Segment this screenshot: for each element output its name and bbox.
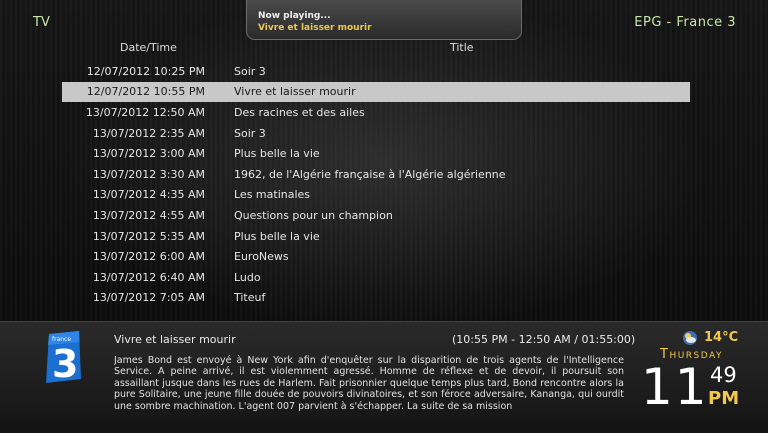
section-label: TV [33,15,50,30]
epg-row-title: 1962, de l'Algérie française à l'Algérie… [234,167,506,181]
program-title: Vivre et laisser mourir [114,333,236,346]
epg-row-datetime: 13/07/2012 2:35 AM [92,126,205,140]
epg-row-datetime: 13/07/2012 5:35 AM [92,229,205,243]
epg-row-title: Plus belle la vie [234,229,320,243]
france3-logo-icon: france 3 [46,331,81,385]
column-header-date: Date/Time [120,41,177,54]
epg-row-title: EuroNews [234,250,289,264]
epg-row[interactable]: 13/07/2012 3:00 AM Plus belle la vie [62,143,690,164]
epg-row[interactable]: 12/07/2012 10:25 PM Soir 3 [62,61,690,82]
clock-hour: 11 [641,358,709,416]
epg-row-datetime: 13/07/2012 12:50 AM [85,105,205,119]
epg-row-title: Vivre et laisser mourir [234,85,356,99]
epg-program-list: 12/07/2012 10:25 PM Soir 3 12/07/2012 10:5… [62,61,690,308]
epg-row-title: Soir 3 [234,126,266,140]
epg-row-datetime: 13/07/2012 3:00 AM [92,147,205,161]
svg-text:3: 3 [52,342,78,385]
now-playing-label: Now playing... [258,11,331,21]
epg-row[interactable]: 13/07/2012 4:55 AM Questions pour un cham… [62,205,690,226]
now-playing-title: Vivre et laisser mourir [258,23,372,33]
epg-row[interactable]: 12/07/2012 10:55 PM Vivre et laisser mour… [62,81,690,103]
cloud-sun-icon [683,331,697,345]
epg-row[interactable]: 13/07/2012 12:50 AM Des racines et des ai… [62,102,690,123]
clock-ampm: PM [708,388,740,409]
epg-row-title: Les matinales [234,188,311,202]
epg-row[interactable]: 13/07/2012 6:00 AM EuroNews [62,246,690,267]
epg-row[interactable]: 13/07/2012 7:05 AM Titeuf [62,288,690,309]
epg-row-datetime: 13/07/2012 6:40 AM [92,270,205,284]
epg-row-datetime: 13/07/2012 7:05 AM [92,291,205,305]
epg-row-title: Questions pour un champion [234,208,393,222]
epg-row-title: Soir 3 [234,64,266,78]
epg-row-datetime: 13/07/2012 4:55 AM [92,208,205,222]
program-description: James Bond est envoyé à New York afin d'… [114,355,624,412]
epg-row[interactable]: 13/07/2012 5:35 AM Plus belle la vie [62,226,690,247]
epg-row[interactable]: 13/07/2012 6:40 AM Ludo [62,267,690,288]
epg-row-datetime: 13/07/2012 3:30 AM [92,167,205,181]
column-header-title: Title [450,41,474,54]
temperature: 14°C [704,330,739,345]
epg-row-title: Plus belle la vie [234,147,320,161]
epg-row-datetime: 12/07/2012 10:25 PM [86,64,205,78]
epg-row[interactable]: 13/07/2012 2:35 AM Soir 3 [62,123,690,144]
epg-row-title: Des racines et des ailes [234,105,365,119]
epg-row-datetime: 13/07/2012 4:35 AM [92,188,205,202]
epg-row[interactable]: 13/07/2012 4:35 AM Les matinales [62,185,690,206]
epg-channel-title: EPG - France 3 [634,15,736,30]
epg-row-title: Titeuf [234,291,266,305]
epg-row-title: Ludo [234,270,261,284]
epg-row-datetime: 13/07/2012 6:00 AM [92,250,205,264]
program-time-range: (10:55 PM - 12:50 AM / 01:55:00) [452,333,636,346]
clock-minute: 49 [710,363,737,387]
epg-row[interactable]: 13/07/2012 3:30 AM 1962, de l'Algérie fra… [62,164,690,185]
epg-row-datetime: 12/07/2012 10:55 PM [86,85,205,99]
now-playing-box[interactable]: Now playing... Vivre et laisser mourir [246,0,522,40]
